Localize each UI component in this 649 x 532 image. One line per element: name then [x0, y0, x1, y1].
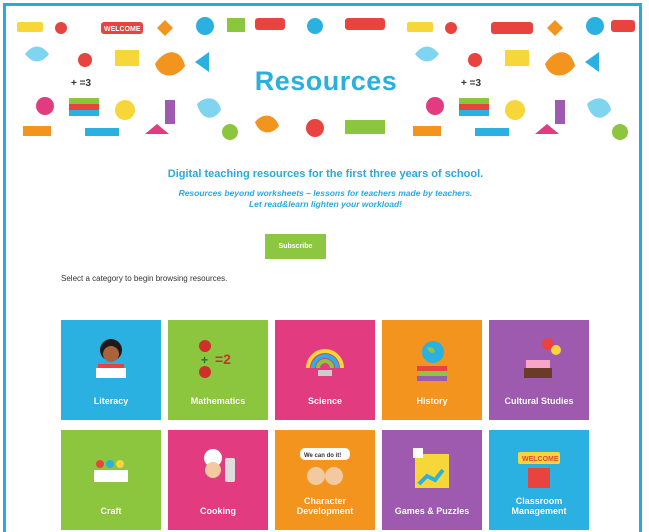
category-tile-mathematics[interactable]: + =2 Mathematics	[168, 320, 268, 420]
resources-banner: WELCOME + =3 + =3 Resources	[15, 14, 635, 144]
subscribe-button[interactable]: Subscribe	[265, 234, 326, 259]
speech-bubble-text: We can do it!	[304, 453, 341, 459]
svg-text:+ =3: + =3	[461, 78, 481, 89]
category-label: Craft	[100, 506, 122, 516]
category-tile-craft[interactable]: Craft	[61, 430, 161, 530]
chef-icon	[204, 449, 235, 482]
category-tile-cultural-studies[interactable]: Cultural Studies	[489, 320, 589, 420]
cake-balloons-icon	[524, 338, 561, 378]
svg-text:+ =3: + =3	[71, 78, 91, 89]
category-label: Cooking	[200, 506, 236, 516]
category-tile-games-puzzles[interactable]: Games & Puzzles	[382, 430, 482, 530]
select-category-prompt: Select a category to begin browsing reso…	[61, 274, 228, 283]
category-label: Literacy	[93, 396, 129, 406]
category-tile-classroom-management[interactable]: WELCOME Classroom Management	[489, 430, 589, 530]
page-frame: WELCOME + =3 + =3 Resources Digital teac…	[3, 3, 642, 532]
category-label: Character Development	[296, 496, 354, 516]
subtag-line-2: Let read&learn lighten your workload!	[248, 199, 403, 209]
subtagline: Resources beyond worksheets – lessons fo…	[6, 188, 639, 210]
category-tile-character-development[interactable]: We can do it! Character Development	[275, 430, 375, 530]
subtag-line-1: Resources beyond worksheets – lessons fo…	[178, 188, 473, 198]
banner-title: Resources	[245, 58, 407, 104]
category-tile-history[interactable]: History	[382, 320, 482, 420]
welcome-sign-text: WELCOME	[522, 456, 559, 463]
category-tile-science[interactable]: Science	[275, 320, 375, 420]
category-label: Cultural Studies	[504, 396, 574, 406]
category-tile-cooking[interactable]: Cooking	[168, 430, 268, 530]
scissors-paint-icon	[94, 460, 128, 482]
category-label: History	[416, 396, 448, 406]
tagline: Digital teaching resources for the first…	[167, 168, 484, 180]
category-label: Games & Puzzles	[394, 506, 470, 516]
category-label: Science	[307, 396, 343, 406]
category-tile-literacy[interactable]: Literacy	[61, 320, 161, 420]
board-game-icon	[413, 448, 449, 488]
globe-books-icon	[417, 341, 447, 381]
welcome-sticker: WELCOME	[104, 26, 141, 33]
category-label: Classroom Management	[511, 496, 567, 516]
speech-bubble-kids-icon: We can do it!	[300, 448, 350, 485]
svg-text:+: +	[201, 353, 208, 367]
ladybug-math-icon: + =2	[199, 340, 231, 378]
reading-child-icon	[96, 339, 126, 378]
rainbow-magnet-icon	[306, 349, 344, 376]
equals-two-text: =2	[215, 351, 231, 367]
welcome-sign-icon: WELCOME	[518, 452, 560, 488]
category-label: Mathematics	[190, 396, 246, 406]
